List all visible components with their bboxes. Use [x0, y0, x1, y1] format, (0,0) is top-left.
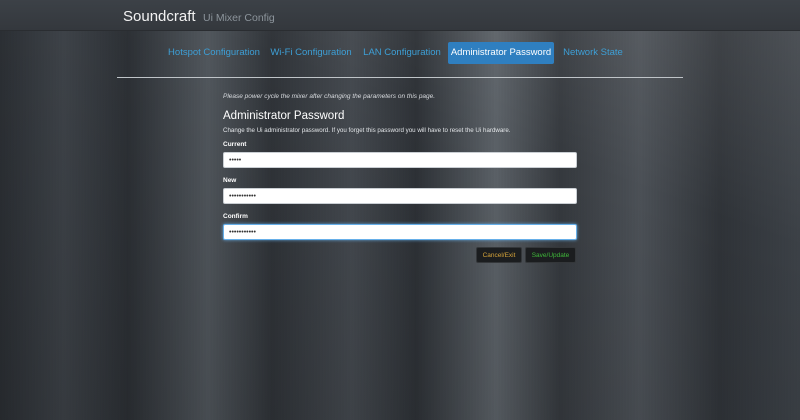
- cancel-exit-button[interactable]: Cancel/Exit: [476, 247, 522, 263]
- current-password-label: Current: [223, 141, 247, 148]
- app-header: Soundcraft Ui Mixer Config: [0, 0, 800, 31]
- tab-administrator-password[interactable]: Administrator Password: [448, 42, 554, 64]
- confirm-password-field[interactable]: [223, 224, 577, 240]
- new-password-field[interactable]: [223, 188, 577, 204]
- tab-lan-configuration[interactable]: LAN Configuration: [361, 42, 443, 64]
- page-title: Administrator Password: [223, 110, 345, 122]
- page-description: Change the Ui administrator password. If…: [223, 127, 511, 134]
- new-password-label: New: [223, 177, 237, 184]
- current-password-field[interactable]: [223, 152, 577, 168]
- divider: [117, 77, 683, 78]
- brand-name: Soundcraft: [123, 8, 196, 25]
- brand: Soundcraft Ui Mixer Config: [123, 8, 275, 26]
- tab-network-state[interactable]: Network State: [560, 42, 626, 64]
- save-update-button[interactable]: Save/Update: [525, 247, 576, 263]
- brand-subtitle: Ui Mixer Config: [203, 12, 275, 24]
- power-cycle-notice: Please power cycle the mixer after chang…: [223, 93, 436, 100]
- tab-hotspot-configuration[interactable]: Hotspot Configuration: [167, 42, 261, 64]
- tab-wifi-configuration[interactable]: Wi-Fi Configuration: [268, 42, 354, 64]
- tab-bar: Hotspot Configuration Wi-Fi Configuratio…: [0, 42, 800, 64]
- confirm-password-label: Confirm: [223, 213, 248, 220]
